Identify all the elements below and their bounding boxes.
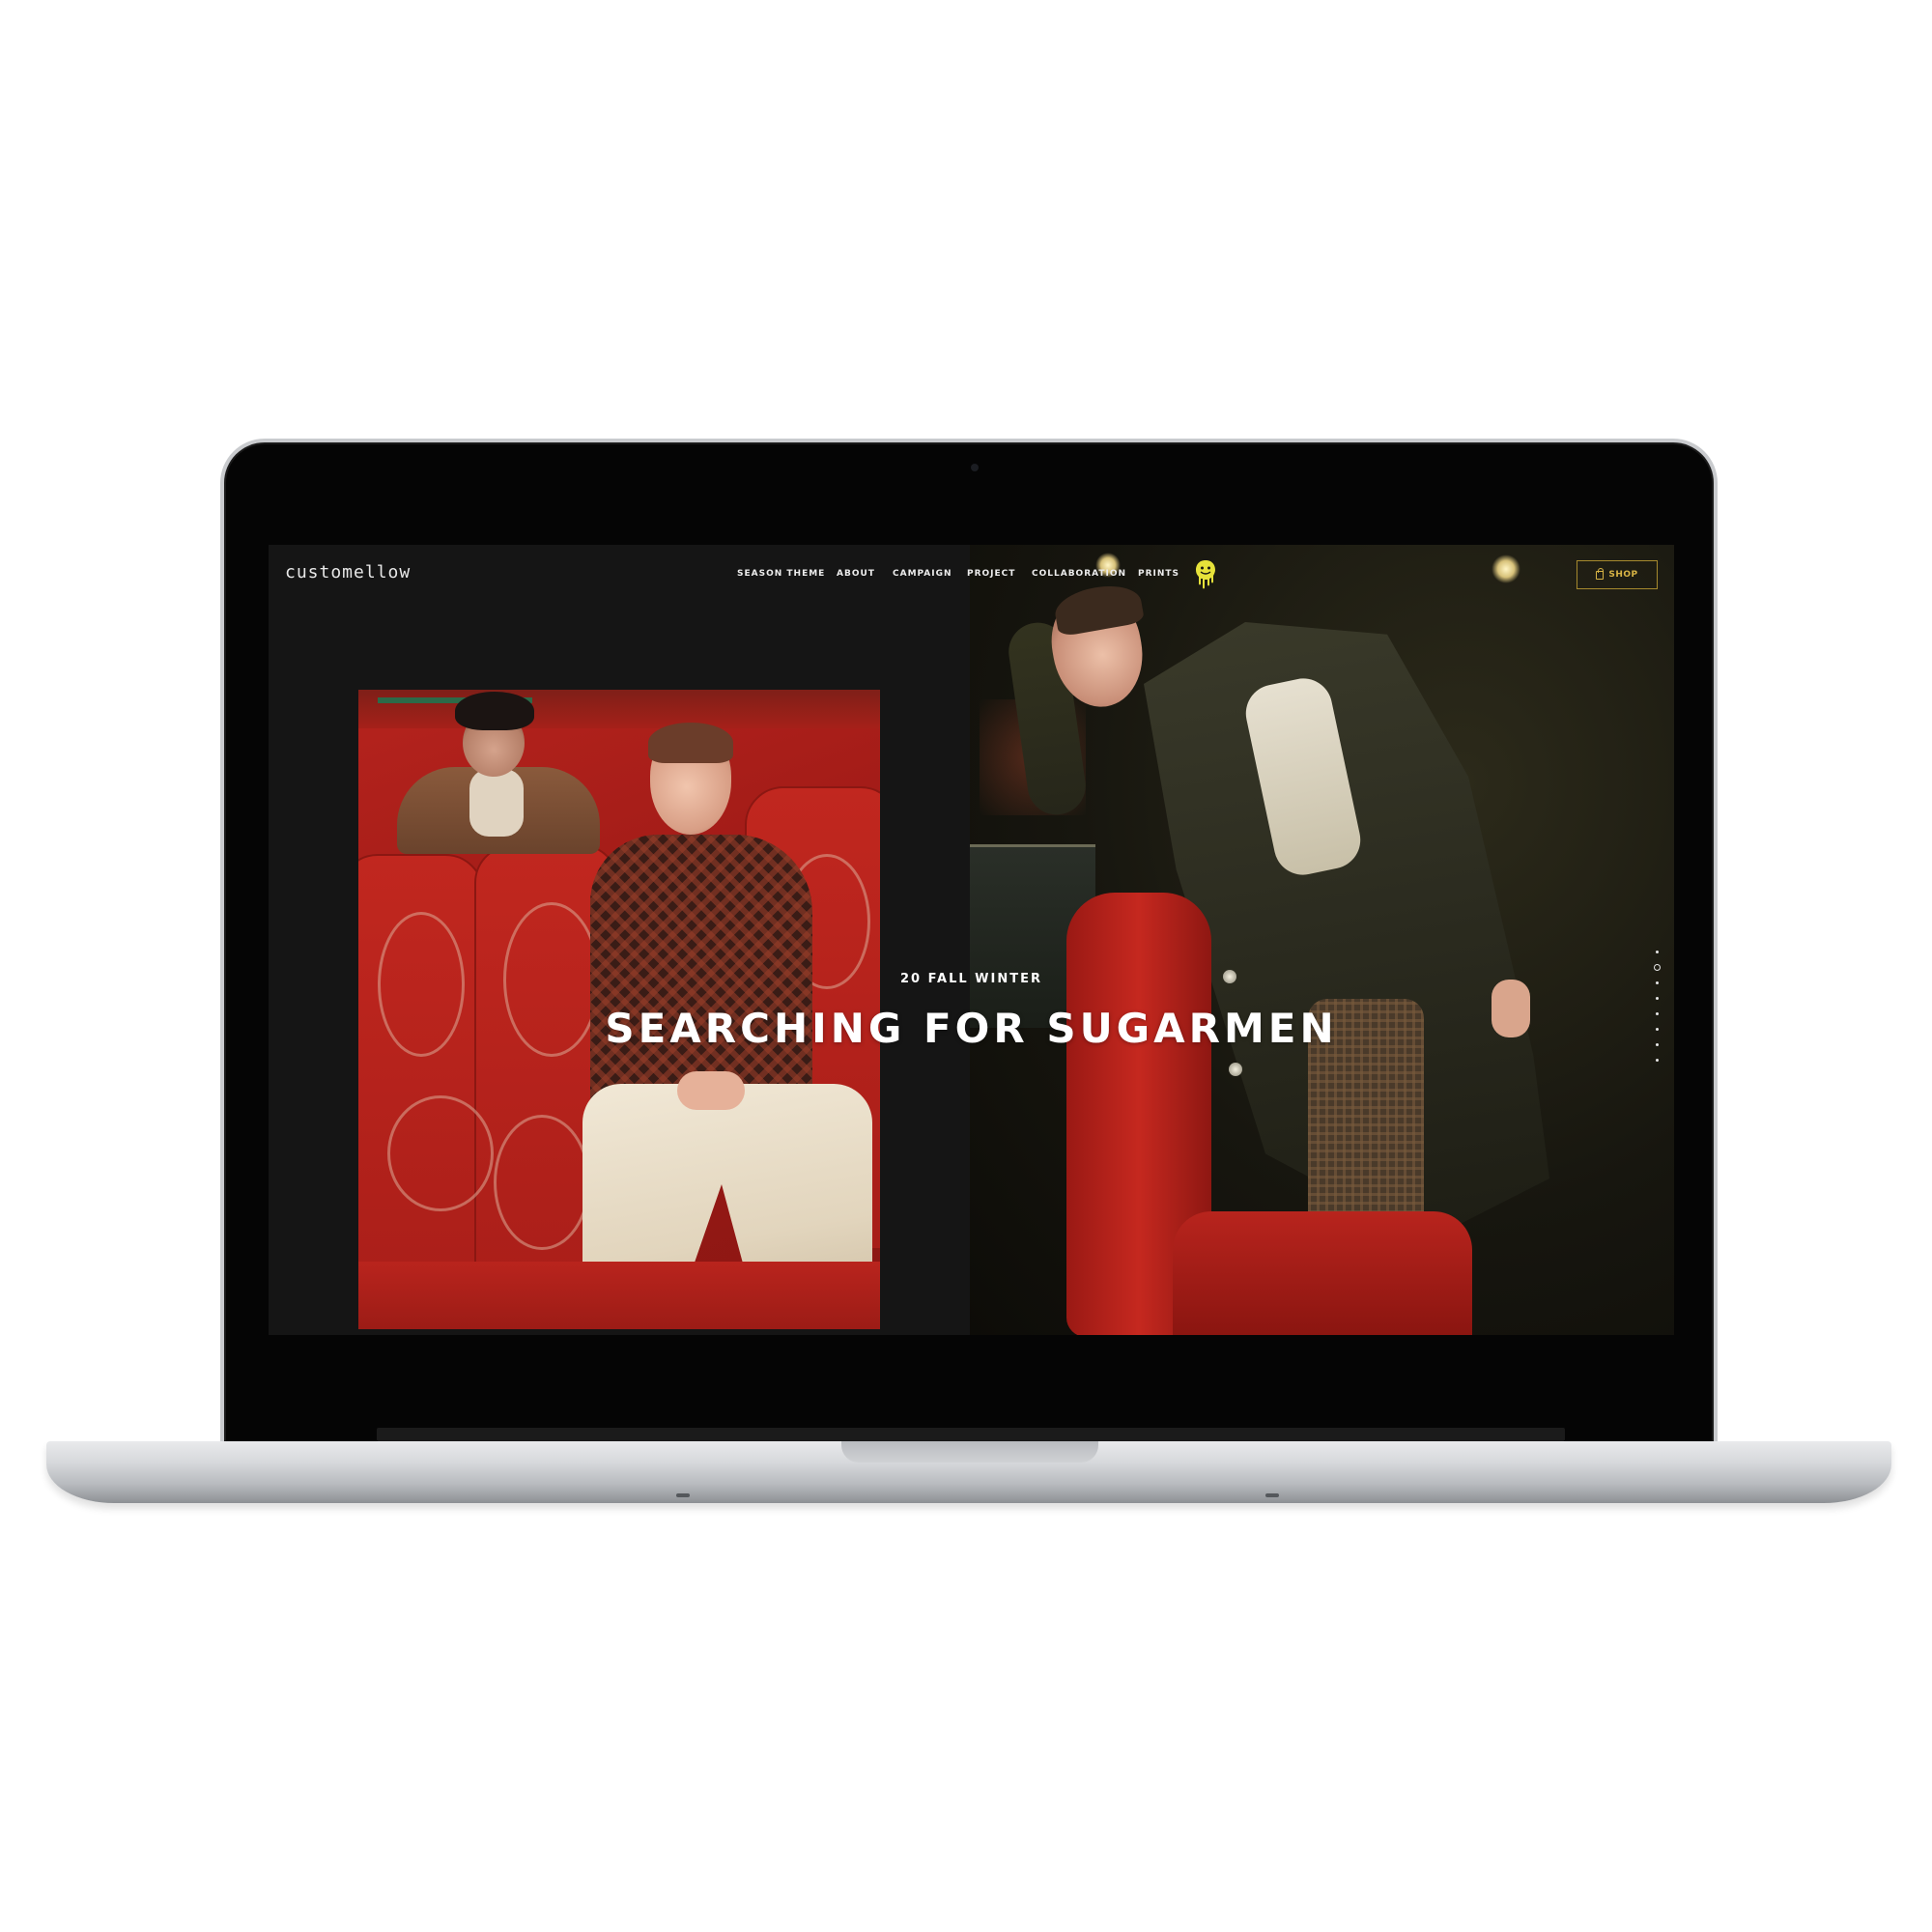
photo-floor [358, 1262, 880, 1329]
hero-title: SEARCHING FOR SUGARMEN [605, 1005, 1338, 1052]
left-panel [269, 545, 970, 1335]
dripping-smiley-icon[interactable] [1194, 558, 1217, 589]
pager-dot[interactable] [1656, 951, 1659, 953]
pager-dot[interactable] [1656, 1028, 1659, 1031]
pager-dot[interactable] [1656, 1012, 1659, 1015]
nav-collaboration[interactable]: COLLABORATION [1032, 569, 1126, 579]
background-model-sweater [469, 769, 524, 837]
pager-dot[interactable] [1656, 1059, 1659, 1062]
website-screen: customellow SEASON THEME ABOUT CAMPAIGN … [269, 545, 1674, 1335]
site-header: customellow SEASON THEME ABOUT CAMPAIGN … [269, 545, 1674, 603]
coat-button [1229, 1063, 1242, 1076]
slide-pager [1652, 951, 1663, 1066]
pager-dot[interactable] [1654, 964, 1661, 971]
model-hands [677, 1071, 745, 1110]
hero-subtitle: 20 FALL WINTER [900, 972, 1042, 986]
seat-pattern [387, 1095, 494, 1211]
base-foot-right [1265, 1493, 1279, 1497]
campaign-photo-standing [970, 545, 1674, 1335]
nav-project[interactable]: PROJECT [967, 569, 1015, 579]
shopping-bag-icon [1596, 567, 1605, 580]
photo-wall [358, 690, 880, 728]
pager-dot[interactable] [1656, 997, 1659, 1000]
model-hair [648, 723, 733, 763]
camera-icon [971, 464, 979, 471]
nav-about[interactable]: ABOUT [837, 569, 875, 579]
pager-dot[interactable] [1656, 981, 1659, 984]
red-seat-front [1173, 1211, 1472, 1335]
bezel-bottom [377, 1428, 1565, 1441]
base-notch [841, 1441, 1098, 1463]
background-model-beret [455, 692, 534, 730]
pager-dot[interactable] [1656, 1043, 1659, 1046]
laptop-base [46, 1441, 1891, 1503]
shop-label: SHOP [1608, 570, 1638, 580]
nav-campaign[interactable]: CAMPAIGN [893, 569, 952, 579]
nav-prints[interactable]: PRINTS [1138, 569, 1179, 579]
shop-button[interactable]: SHOP [1577, 560, 1658, 589]
main-nav: SEASON THEME ABOUT CAMPAIGN PROJECT COLL… [269, 569, 1674, 584]
base-foot-left [676, 1493, 690, 1497]
seat-pattern [494, 1115, 590, 1250]
nav-season-theme[interactable]: SEASON THEME [737, 569, 825, 579]
